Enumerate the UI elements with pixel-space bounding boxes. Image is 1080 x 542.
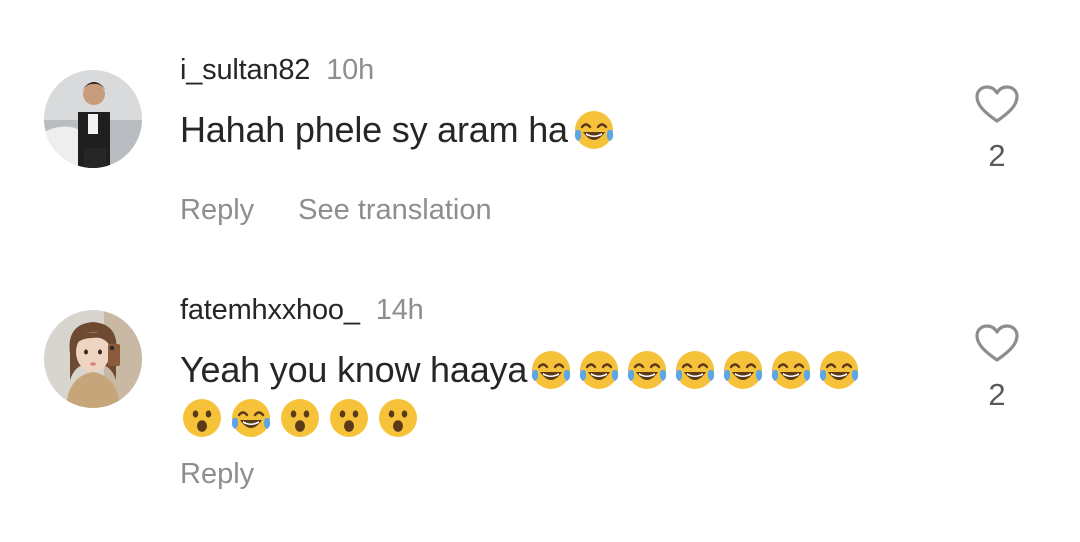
- face-with-tears-of-joy-icon: [529, 348, 573, 392]
- face-with-tears-of-joy-icon: [769, 348, 813, 392]
- face-with-open-mouth-icon: [278, 396, 322, 440]
- timestamp: 10h: [326, 54, 375, 86]
- comment-emoji-line: [180, 396, 425, 440]
- comment-text-content: Yeah you know haaya: [180, 349, 528, 390]
- comment-meta: i_sultan82 10h: [180, 54, 374, 87]
- comment-actions: Reply See translation: [180, 194, 492, 227]
- comment-actions: Reply: [180, 458, 254, 491]
- comment-meta: fatemhxxhoo_ 14h: [180, 294, 424, 327]
- face-with-open-mouth-icon: [376, 396, 420, 440]
- face-with-tears-of-joy-icon: [229, 396, 273, 440]
- timestamp: 14h: [375, 294, 424, 326]
- see-translation-button[interactable]: See translation: [298, 194, 491, 226]
- reply-button[interactable]: Reply: [180, 458, 254, 490]
- avatar[interactable]: [44, 310, 142, 408]
- reply-button[interactable]: Reply: [180, 194, 254, 226]
- face-with-tears-of-joy-icon: [817, 348, 861, 392]
- like-control: 2: [974, 323, 1020, 413]
- heart-outline-icon[interactable]: [974, 323, 1020, 363]
- username[interactable]: i_sultan82: [180, 54, 310, 86]
- face-with-tears-of-joy-icon: [625, 348, 669, 392]
- like-control: 2: [974, 84, 1020, 174]
- comment-text: Yeah you know haaya: [180, 346, 861, 394]
- face-with-tears-of-joy-icon: [673, 348, 717, 392]
- username[interactable]: fatemhxxhoo_: [180, 294, 360, 326]
- like-count: 2: [988, 138, 1006, 173]
- comment-text-content: Hahah phele sy aram ha: [180, 109, 568, 150]
- like-count: 2: [988, 377, 1006, 412]
- heart-outline-icon[interactable]: [974, 84, 1020, 124]
- face-with-tears-of-joy-icon: [721, 348, 765, 392]
- comment-text: Hahah phele sy aram ha: [180, 106, 616, 154]
- face-with-tears-of-joy-icon: [577, 348, 621, 392]
- face-with-open-mouth-icon: [180, 396, 224, 440]
- face-with-open-mouth-icon: [327, 396, 371, 440]
- avatar[interactable]: [44, 70, 142, 168]
- face-with-tears-of-joy-icon: [572, 108, 616, 152]
